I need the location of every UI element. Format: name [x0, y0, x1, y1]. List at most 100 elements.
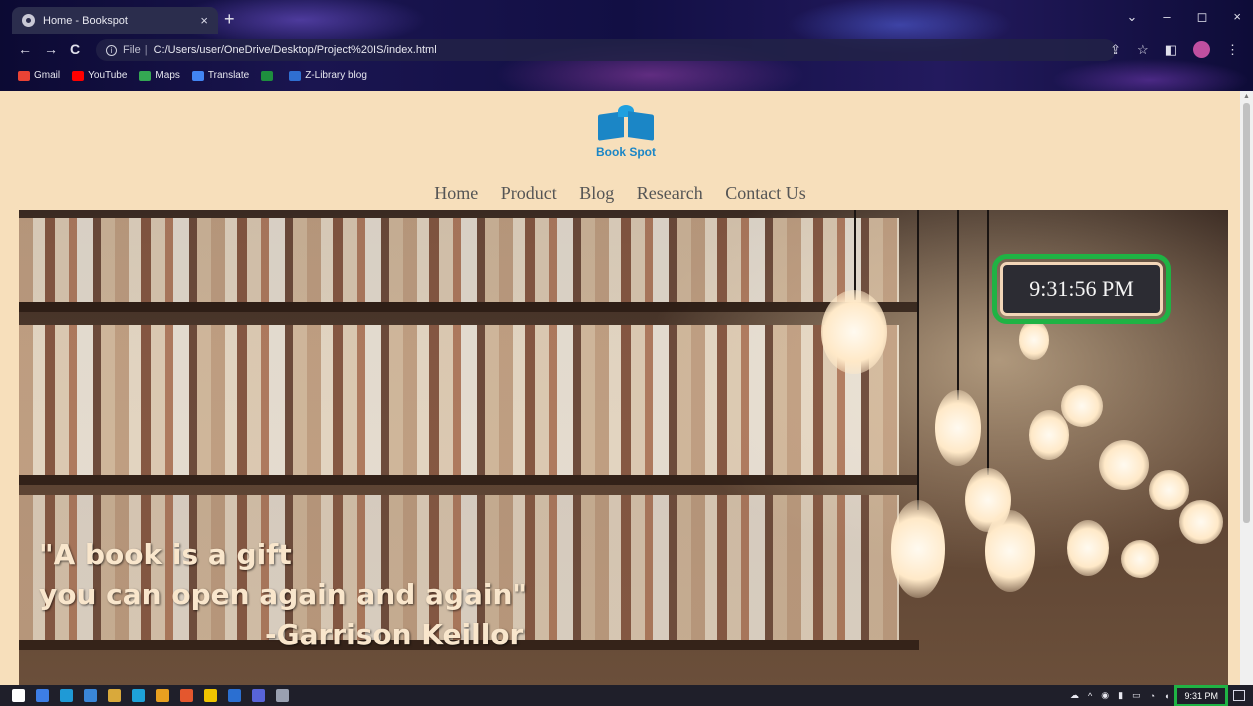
new-tab-button[interactable]: +	[224, 9, 235, 29]
nav-contact-us[interactable]: Contact Us	[725, 183, 806, 203]
bookmark-translate[interactable]: Translate	[191, 70, 249, 81]
bookshelf-books	[19, 325, 899, 475]
bulb-wire	[917, 210, 919, 510]
system-tray: ☁ ^ ◉ ▮ ▭ ◔ ◖ 9:31 PM	[1070, 684, 1245, 706]
youtube-icon	[72, 70, 85, 81]
browser-tab-home[interactable]: Home - Bookspot ×	[12, 7, 218, 34]
kebab-menu-icon[interactable]: ⋮	[1226, 42, 1239, 58]
scrollbar-thumb[interactable]	[1243, 103, 1250, 523]
volume-icon[interactable]: ◖	[1164, 691, 1169, 701]
star-icon[interactable]: ☆	[1137, 42, 1149, 58]
shelf	[19, 475, 919, 485]
zlibrary-icon	[289, 70, 302, 81]
light-bulb	[1019, 320, 1049, 360]
close-window-button[interactable]: ×	[1233, 9, 1241, 25]
file-explorer-icon[interactable]	[108, 689, 121, 702]
info-icon[interactable]: i	[106, 44, 117, 56]
reload-icon[interactable]: C	[70, 41, 80, 57]
bulb-wire	[957, 210, 959, 400]
page-scrollbar[interactable]: ▲	[1240, 91, 1253, 685]
forward-arrow-icon[interactable]: →	[44, 41, 58, 57]
chrome-icon[interactable]	[156, 689, 169, 702]
hero-quote: "A book is a gift you can open again and…	[39, 535, 527, 655]
quote-author: -Garrison Keillor	[265, 618, 524, 651]
tab-search-icon[interactable]: ⌄	[1126, 9, 1137, 25]
chevron-up-icon[interactable]: ^	[1088, 691, 1092, 701]
bookshelf-books	[19, 218, 899, 302]
light-bulb	[1061, 385, 1103, 427]
translate-icon	[191, 70, 204, 81]
profile-avatar-icon[interactable]	[1193, 41, 1210, 58]
light-bulb	[821, 290, 887, 374]
url-text[interactable]: C:/Users/user/OneDrive/Desktop/Project%2…	[154, 44, 437, 56]
discord-icon[interactable]	[252, 689, 265, 702]
maximize-button[interactable]: ◻	[1197, 9, 1208, 25]
light-bulb	[1179, 500, 1223, 544]
share-icon[interactable]: ⇪	[1110, 42, 1121, 58]
live-clock: 9:31:56 PM	[992, 254, 1171, 324]
windows-taskbar: ☁ ^ ◉ ▮ ▭ ◔ ◖ 9:31 PM	[0, 684, 1253, 706]
site-logo[interactable]: Book Spot	[586, 105, 666, 159]
toolbar-right: ⇪ ☆ ◧ ⋮	[1110, 41, 1239, 58]
window-controls: ⌄ – ◻ ×	[1126, 9, 1241, 25]
app-icon[interactable]	[204, 689, 217, 702]
open-book-icon	[596, 105, 656, 141]
microphone-icon[interactable]: ▮	[1118, 690, 1123, 701]
brand-name: Book Spot	[596, 145, 656, 159]
bulb-wire	[854, 210, 856, 300]
address-bar-row: ← → C i File | C:/Users/user/OneDrive/De…	[0, 36, 1253, 64]
taskbar-clock[interactable]: 9:31 PM	[1174, 684, 1228, 706]
main-nav: Home Product Blog Research Contact Us	[0, 183, 1240, 204]
back-arrow-icon[interactable]: ←	[18, 41, 32, 57]
quote-line-1: "A book is a gift	[39, 538, 292, 571]
nav-blog[interactable]: Blog	[579, 183, 614, 203]
mail-icon[interactable]	[84, 689, 97, 702]
light-bulb	[1029, 410, 1069, 460]
tab-title: Home - Bookspot	[43, 14, 128, 27]
maps-icon	[139, 70, 152, 81]
light-bulb	[935, 390, 981, 466]
bookmark-zlibrary[interactable]: Z-Library blog	[289, 70, 367, 81]
browser-chrome: Home - Bookspot × + ⌄ – ◻ × ← → C i File…	[0, 0, 1253, 91]
hero-image: 9:31:56 PM "A book is a gift you can ope…	[19, 210, 1228, 685]
wifi-icon[interactable]: ◔	[1150, 691, 1155, 701]
app-icon-gray[interactable]	[276, 689, 289, 702]
light-bulb	[1099, 440, 1149, 490]
bulb-wire	[987, 210, 989, 475]
address-separator: |	[144, 44, 148, 56]
battery-icon[interactable]: ▭	[1132, 690, 1141, 701]
word-icon[interactable]	[228, 689, 241, 702]
bookmark-maps[interactable]: Maps	[139, 70, 180, 81]
light-bulb	[1149, 470, 1189, 510]
start-icon[interactable]	[12, 689, 25, 702]
notification-icon[interactable]	[1233, 690, 1245, 701]
nav-research[interactable]: Research	[637, 183, 703, 203]
bookmark-youtube[interactable]: YouTube	[72, 70, 127, 81]
scroll-up-icon[interactable]: ▲	[1243, 93, 1250, 100]
task-view-icon[interactable]	[60, 689, 73, 702]
office-icon[interactable]	[180, 689, 193, 702]
side-panel-icon[interactable]: ◧	[1165, 42, 1177, 58]
search-icon[interactable]	[36, 689, 49, 702]
light-bulb	[891, 500, 945, 598]
edge-icon[interactable]	[132, 689, 145, 702]
light-bulb	[1067, 520, 1109, 576]
address-bar[interactable]: i File | C:/Users/user/OneDrive/Desktop/…	[96, 39, 1116, 61]
minimize-button[interactable]: –	[1163, 9, 1170, 25]
nav-product[interactable]: Product	[501, 183, 557, 203]
scheme-label: File	[123, 44, 141, 56]
nav-home[interactable]: Home	[434, 183, 478, 203]
light-bulb	[1121, 540, 1159, 578]
bookmarks-bar: Gmail YouTube Maps Translate Z-Library b…	[18, 70, 367, 81]
web-page: Book Spot Home Product Blog Research Con…	[0, 91, 1253, 685]
quote-line-2: you can open again and again"	[39, 578, 527, 611]
onedrive-icon[interactable]: ☁	[1070, 690, 1079, 701]
taskbar-apps	[0, 689, 289, 702]
bookmark-gmail[interactable]: Gmail	[18, 70, 60, 81]
record-icon[interactable]: ◉	[1101, 690, 1109, 701]
bookmark-unlabeled[interactable]	[261, 70, 277, 81]
bookmark-green-icon	[261, 70, 274, 81]
globe-icon	[22, 14, 35, 27]
tab-close-icon[interactable]: ×	[200, 13, 208, 28]
light-bulb	[985, 510, 1035, 592]
